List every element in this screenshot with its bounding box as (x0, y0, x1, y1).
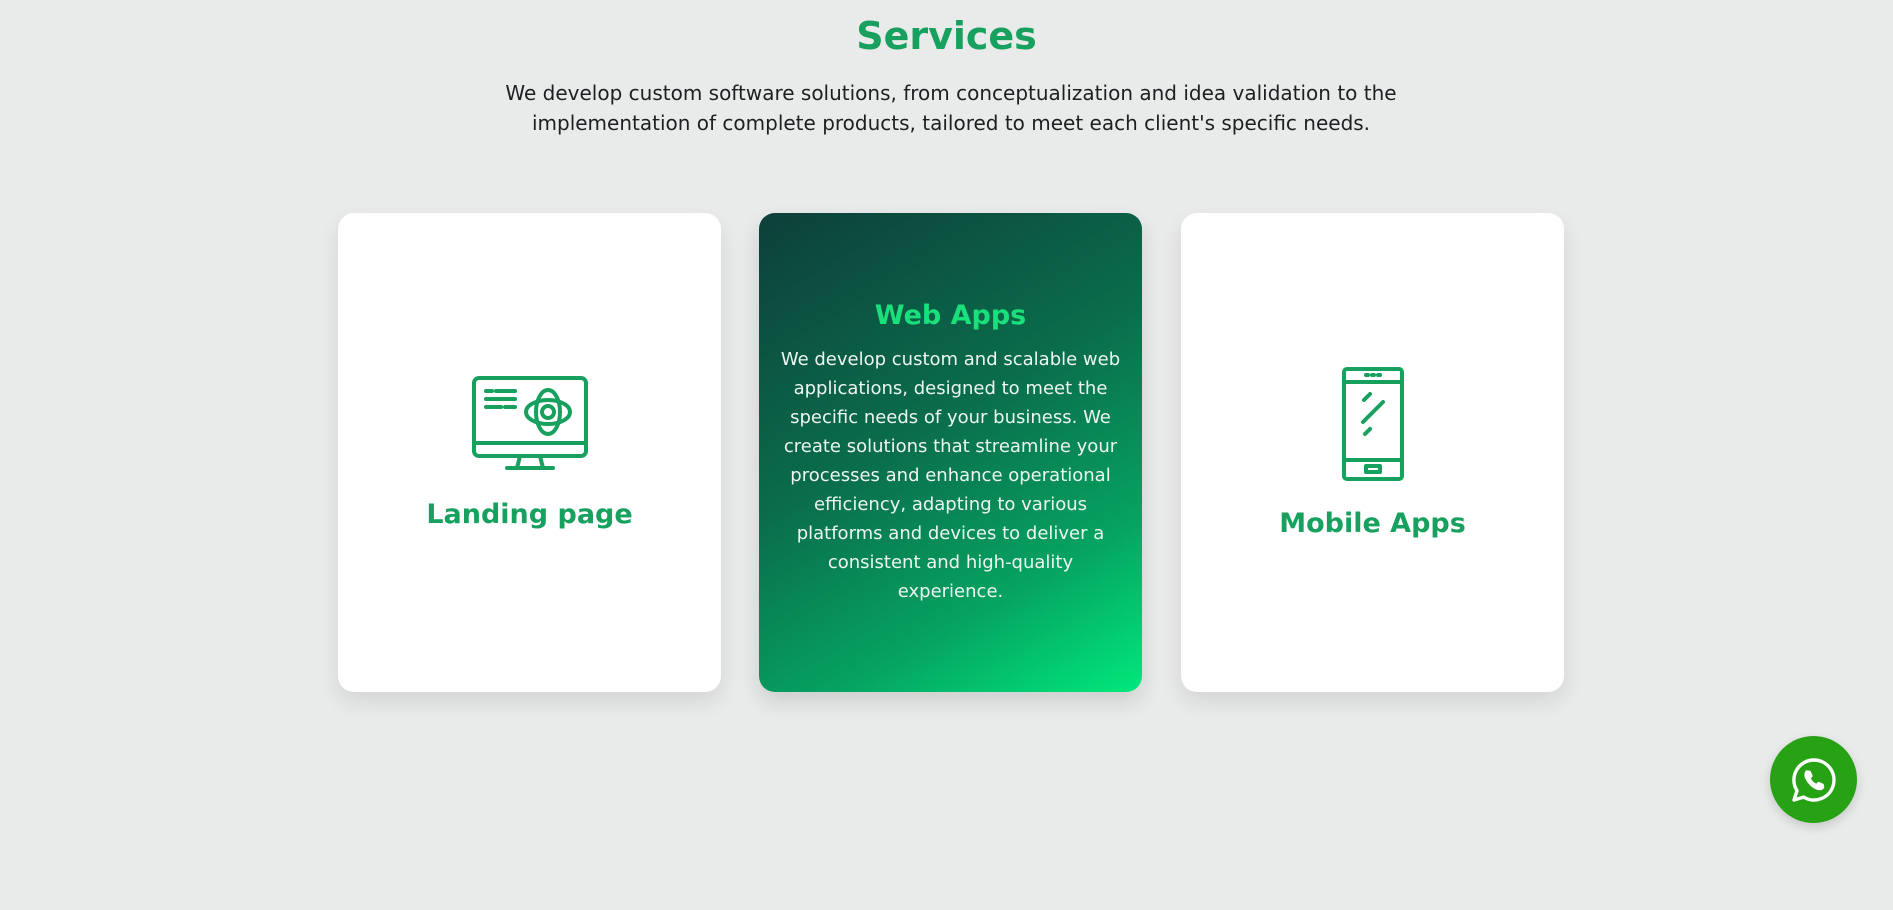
section-title: Services (856, 14, 1037, 58)
service-card-web-apps[interactable]: Web Apps We develop custom and scalable … (759, 213, 1142, 692)
service-card-landing-page[interactable]: Landing page (338, 213, 721, 692)
card-title: Mobile Apps (1279, 508, 1466, 539)
service-card-mobile-apps[interactable]: Mobile Apps (1181, 213, 1564, 692)
card-title: Web Apps (874, 299, 1027, 331)
whatsapp-icon (1791, 757, 1836, 802)
card-description: We develop custom and scalable web appli… (780, 348, 1121, 602)
card-title: Landing page (426, 499, 633, 530)
smartphone-icon (1341, 367, 1404, 481)
monitor-target-icon (471, 376, 588, 470)
section-subtitle: We develop custom software solutions, fr… (505, 81, 1397, 135)
whatsapp-button[interactable] (1770, 736, 1857, 823)
